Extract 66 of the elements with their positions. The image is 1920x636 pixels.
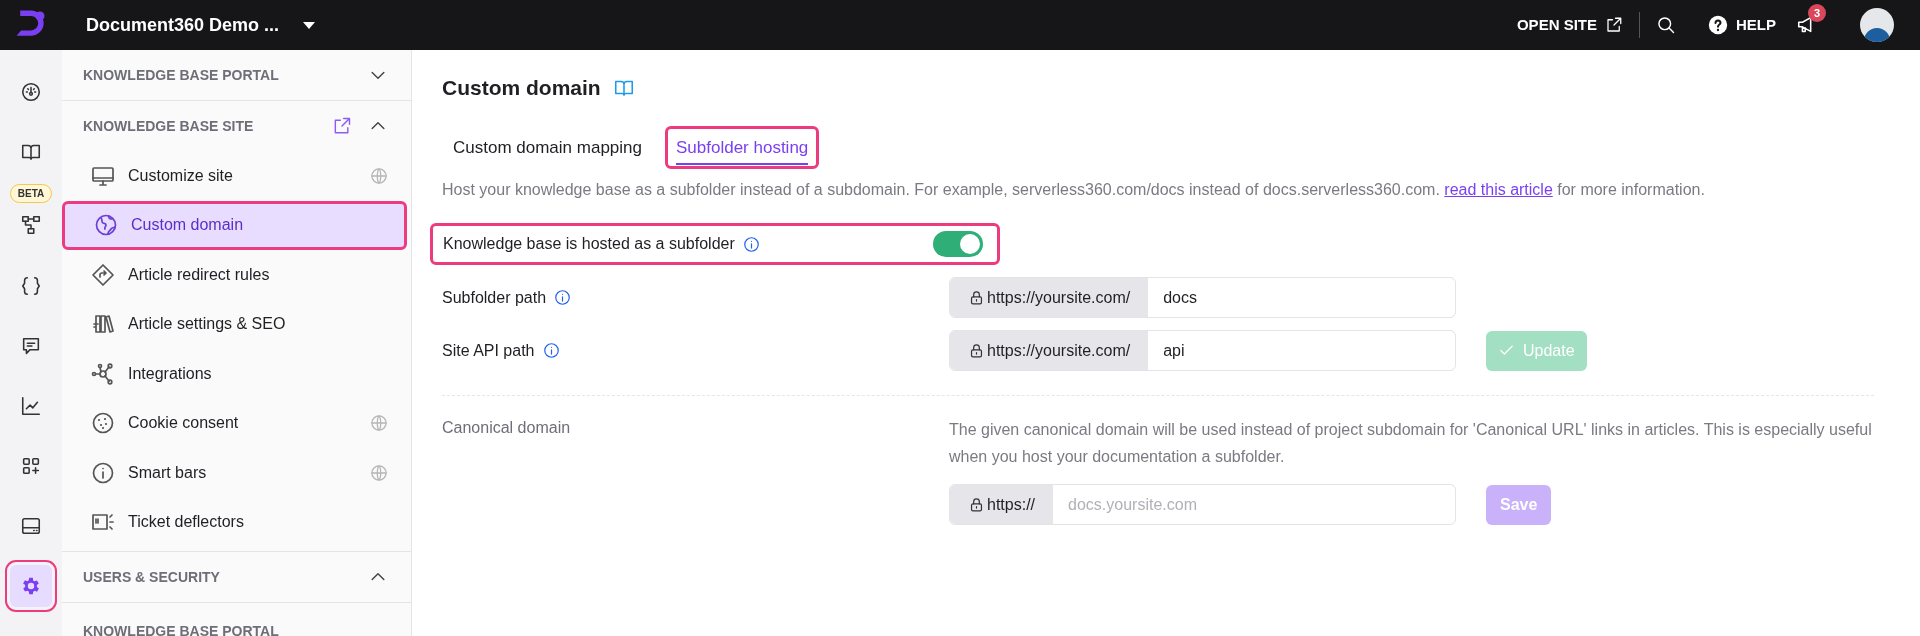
url-prefix: https://yoursite.com/ <box>987 340 1131 361</box>
section-header[interactable]: USERS & SECURITY <box>62 552 411 602</box>
lock-icon <box>968 496 985 513</box>
tab[interactable]: Custom domain mapping <box>442 125 653 169</box>
canonical-domain-field[interactable]: docs.yoursite.com <box>1053 485 1455 524</box>
section-header[interactable]: KNOWLEDGE BASE SITE <box>62 101 411 151</box>
avatar[interactable] <box>1860 8 1894 42</box>
section-heading: KNOWLEDGE BASE SITE <box>83 116 254 136</box>
sidebar-item[interactable]: Customize site <box>62 151 407 201</box>
url-prefix: https://yoursite.com/ <box>987 287 1131 308</box>
section-heading: USERS & SECURITY <box>83 567 220 587</box>
external-link-icon <box>1605 16 1623 34</box>
sidebar-item[interactable]: Ticket deflectors <box>62 497 407 547</box>
section-heading: KNOWLEDGE BASE PORTAL <box>82 622 280 636</box>
project-dropdown[interactable]: Document360 Demo ... <box>86 11 316 39</box>
section-heading: KNOWLEDGE BASE PORTAL <box>83 65 279 85</box>
page-title: Custom domain <box>442 75 601 101</box>
globe-icon <box>370 414 388 433</box>
sidebar-item[interactable]: Custom domain <box>62 200 407 250</box>
help-icon <box>1708 15 1728 35</box>
lock-icon <box>968 342 985 359</box>
field-label: Site API path <box>442 340 535 361</box>
globe-icon <box>94 213 118 238</box>
canonical-description: The given canonical domain will be used instead of project subdomain for 'Canonical URL' links in articles. This is especially useful when you host your documentation a subfolder. <box>949 420 1873 467</box>
search-icon[interactable] <box>1656 15 1676 35</box>
cookie-icon <box>91 411 115 436</box>
open-site-link[interactable]: OPEN SITE <box>1516 13 1623 37</box>
path-field[interactable]: https://yoursite.com/ docs <box>949 277 1456 318</box>
sidebar-item[interactable]: Article redirect rules <box>62 250 407 300</box>
description-text: Host your knowledge base as a subfolder instead of a subdomain. For example, serverless360.com/docs instead of docs.serverless360.com. read this article for more information. <box>442 180 1706 200</box>
settings-icon <box>20 575 42 597</box>
read-article-link[interactable]: read this article <box>1444 181 1553 198</box>
sidebar-item[interactable]: Smart bars <box>62 448 407 498</box>
comment-icon <box>20 335 42 357</box>
globe-icon <box>370 166 388 185</box>
info-icon[interactable] <box>554 289 572 306</box>
toggle-label: Knowledge base is hosted as a subfolder <box>443 234 735 254</box>
toggle-switch[interactable] <box>933 231 983 257</box>
info-icon[interactable] <box>542 342 560 359</box>
url-prefix: https:// <box>987 494 1036 515</box>
lock-icon <box>968 289 985 306</box>
network-icon <box>91 361 115 386</box>
path-field[interactable]: https://yoursite.com/ api <box>949 330 1456 371</box>
help-link[interactable]: HELP <box>1708 13 1776 37</box>
sidebar-item[interactable]: Article settings & SEO <box>62 299 407 349</box>
apps-icon <box>20 455 42 477</box>
section-header[interactable]: KNOWLEDGE BASE PORTAL <box>62 50 411 100</box>
sidebar-item[interactable]: Cookie consent <box>62 398 407 448</box>
drive-icon <box>20 515 42 537</box>
tab[interactable]: Subfolder hosting <box>665 125 820 169</box>
info-icon[interactable] <box>742 235 760 253</box>
globe-icon <box>370 463 388 482</box>
info-icon <box>91 460 115 485</box>
chart-icon <box>20 395 42 417</box>
notification-badge: 3 <box>1808 4 1826 22</box>
flowchart-icon <box>20 214 42 236</box>
redirect-icon <box>91 262 115 287</box>
sidebar-item[interactable]: Integrations <box>62 349 407 399</box>
domain-field[interactable]: https:// docs.yoursite.com <box>949 484 1456 525</box>
field-label: Canonical domain <box>442 418 572 438</box>
braces-icon <box>20 275 42 297</box>
external-link-icon[interactable] <box>332 116 352 136</box>
gauge-icon <box>20 81 42 103</box>
beta-badge: BETA <box>9 184 53 203</box>
field-label: Subfolder path <box>442 287 547 308</box>
caret-icon <box>303 21 316 29</box>
